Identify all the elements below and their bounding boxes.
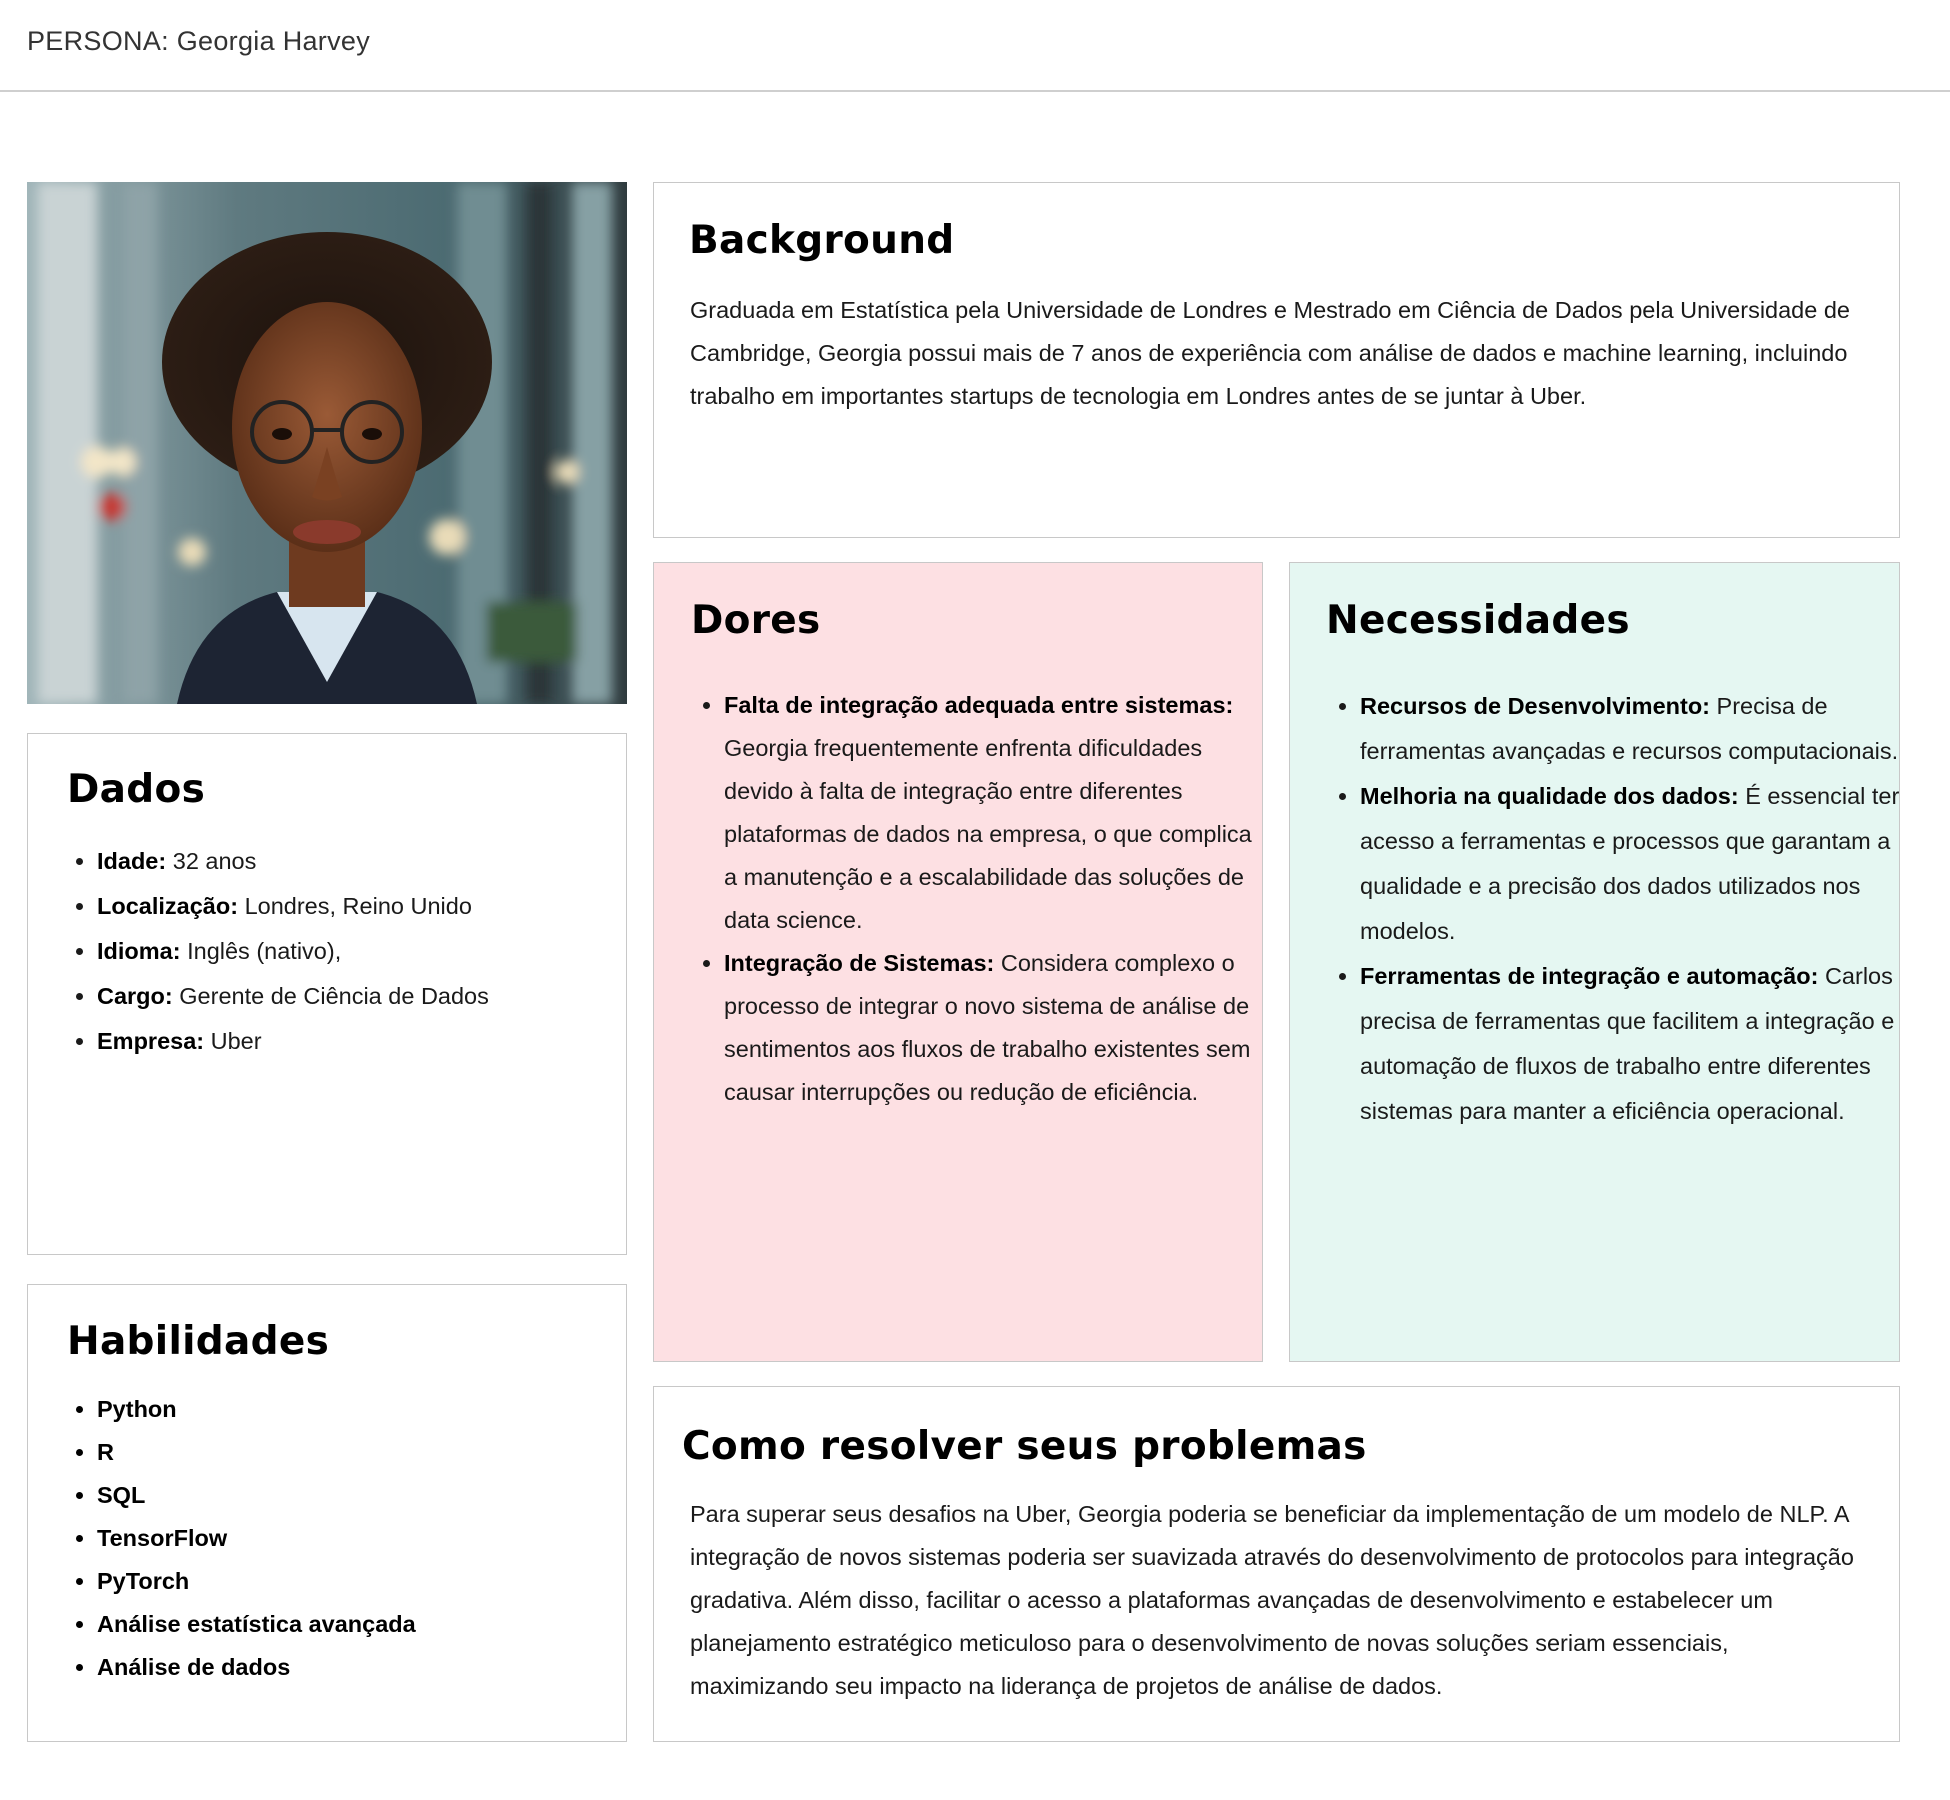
list-item: Integração de Sistemas: Considera comple… <box>724 942 1254 1114</box>
item-label: Melhoria na qualidade dos dados: <box>1360 783 1739 809</box>
item-value: Inglês (nativo), <box>180 938 342 964</box>
list-item: SQL <box>97 1474 637 1517</box>
necessidades-card: Necessidades Recursos de Desenvolvimento… <box>1289 562 1900 1362</box>
dores-heading: Dores <box>691 598 821 643</box>
list-item: Localização: Londres, Reino Unido <box>97 884 637 929</box>
item-value: Gerente de Ciência de Dados <box>172 983 489 1009</box>
item-value: Georgia frequentemente enfrenta dificuld… <box>724 735 1252 933</box>
item-label: Idade: <box>97 848 167 874</box>
list-item: Empresa: Uber <box>97 1019 637 1064</box>
item-value: 32 anos <box>166 848 257 874</box>
dados-heading: Dados <box>67 767 206 812</box>
list-item: Idioma: Inglês (nativo), <box>97 929 637 974</box>
solution-text: Para superar seus desafios na Uber, Geor… <box>690 1501 1854 1699</box>
item-label: Cargo: <box>97 983 173 1009</box>
necessidades-heading: Necessidades <box>1326 598 1630 643</box>
background-text: Graduada em Estatística pela Universidad… <box>690 297 1850 409</box>
list-item: Cargo: Gerente de Ciência de Dados <box>97 974 637 1019</box>
background-card: Background Graduada em Estatística pela … <box>653 182 1900 538</box>
habilidades-card: Habilidades Python R SQL TensorFlow PyTo… <box>27 1284 627 1742</box>
list-item: Análise estatística avançada <box>97 1603 637 1646</box>
item-value: Uber <box>204 1028 262 1054</box>
solution-heading: Como resolver seus problemas <box>682 1424 1367 1469</box>
dores-card: Dores Falta de integração adequada entre… <box>653 562 1263 1362</box>
list-item: Recursos de Desenvolvimento: Precisa de … <box>1360 684 1900 774</box>
list-item: TensorFlow <box>97 1517 637 1560</box>
dados-list: Idade: 32 anos Localização: Londres, Rei… <box>67 839 637 1064</box>
item-label: Empresa: <box>97 1028 205 1054</box>
item-label: Integração de Sistemas: <box>724 950 995 976</box>
dores-list: Falta de integração adequada entre siste… <box>694 684 1254 1114</box>
page-header: PERSONA: Georgia Harvey <box>0 0 1950 92</box>
item-label: Recursos de Desenvolvimento: <box>1360 693 1710 719</box>
item-value: Londres, Reino Unido <box>238 893 472 919</box>
item-label: Ferramentas de integração e automação: <box>1360 963 1819 989</box>
necessidades-list: Recursos de Desenvolvimento: Precisa de … <box>1330 684 1900 1134</box>
item-label: Idioma: <box>97 938 181 964</box>
dados-card: Dados Idade: 32 anos Localização: Londre… <box>27 733 627 1255</box>
list-item: Python <box>97 1388 637 1431</box>
list-item: Melhoria na qualidade dos dados: É essen… <box>1360 774 1900 954</box>
habilidades-list: Python R SQL TensorFlow PyTorch Análise … <box>67 1388 637 1689</box>
list-item: PyTorch <box>97 1560 637 1603</box>
list-item: R <box>97 1431 637 1474</box>
list-item: Análise de dados <box>97 1646 637 1689</box>
list-item: Falta de integração adequada entre siste… <box>724 684 1254 942</box>
persona-photo <box>27 182 627 704</box>
background-heading: Background <box>689 218 955 263</box>
list-item: Idade: 32 anos <box>97 839 637 884</box>
solution-card: Como resolver seus problemas Para supera… <box>653 1386 1900 1742</box>
list-item: Ferramentas de integração e automação: C… <box>1360 954 1900 1134</box>
habilidades-heading: Habilidades <box>67 1319 330 1364</box>
item-label: Localização: <box>97 893 239 919</box>
item-label: Falta de integração adequada entre siste… <box>724 692 1234 718</box>
page-title: PERSONA: Georgia Harvey <box>27 26 371 56</box>
